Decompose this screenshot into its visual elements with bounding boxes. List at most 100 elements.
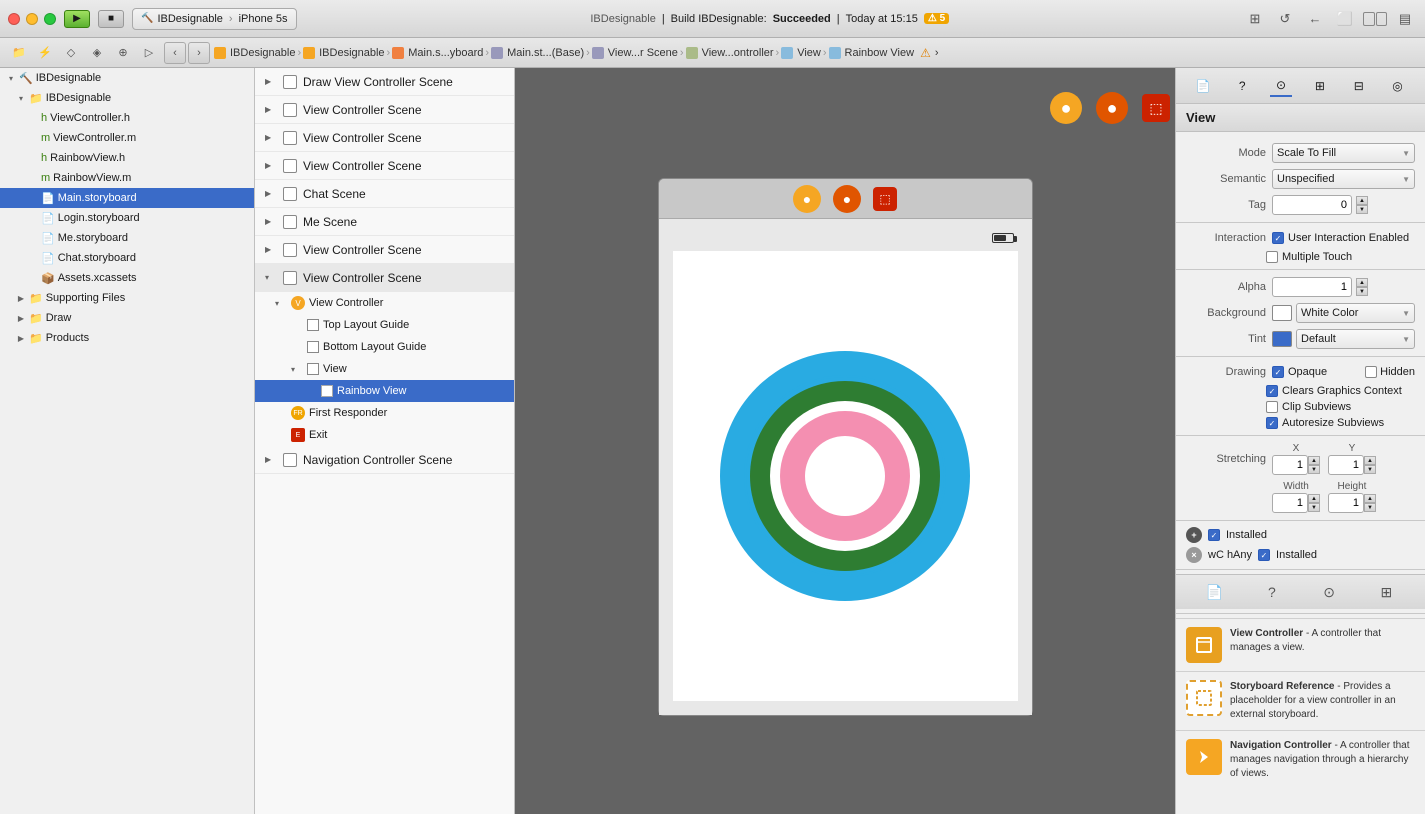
user-interaction-checkbox[interactable] (1272, 232, 1284, 244)
tint-dropdown[interactable]: Default ▼ (1296, 329, 1415, 349)
nav-products[interactable]: ▶ 📁 Products (0, 328, 254, 348)
nav-assets[interactable]: 📦 Assets.xcassets (0, 268, 254, 288)
semantic-dropdown[interactable]: Unspecified ▼ (1272, 169, 1415, 189)
nav-rainbowviewh[interactable]: h RainbowView.h (0, 148, 254, 168)
y-input[interactable] (1328, 455, 1364, 475)
scene-chat[interactable]: ▶ Chat Scene (255, 180, 514, 208)
view-icons[interactable] (1363, 8, 1387, 30)
vc-orange-icon[interactable]: ● (1050, 92, 1082, 124)
stepper-up[interactable]: ▲ (1308, 494, 1320, 503)
x-badge[interactable]: × (1186, 547, 1202, 563)
tree-bottomlayoutguide[interactable]: Bottom Layout Guide (255, 336, 514, 358)
quick-help-bottom-icon[interactable]: ? (1261, 581, 1283, 603)
minimize-button[interactable] (26, 13, 38, 25)
tab-identity-icon[interactable]: ⊙ (1270, 75, 1292, 97)
tree-toplayoutguide[interactable]: Top Layout Guide (255, 314, 514, 336)
tint-color-box[interactable] (1272, 331, 1292, 347)
run-icon[interactable]: ▷ (138, 42, 160, 64)
close-button[interactable] (8, 13, 20, 25)
scene-draw-vc[interactable]: ▶ Draw View Controller Scene (255, 68, 514, 96)
clip-subviews-checkbox[interactable] (1266, 401, 1278, 413)
nav-group[interactable]: ▾ 📁 IBDesignable (0, 88, 254, 108)
nav-back[interactable]: ‹ (164, 42, 186, 64)
nav-mestoryboard[interactable]: 📄 Me.storyboard (0, 228, 254, 248)
vc-darkorange-icon[interactable]: ● (1096, 92, 1128, 124)
stepper-up[interactable]: ▲ (1364, 494, 1376, 503)
autoresize-checkbox[interactable] (1266, 417, 1278, 429)
stepper-up[interactable]: ▲ (1308, 456, 1320, 465)
file-template-icon[interactable]: 📄 (1204, 581, 1226, 603)
tag-input[interactable] (1272, 195, 1352, 215)
background-dropdown[interactable]: White Color ▼ (1296, 303, 1415, 323)
tree-rainbowview[interactable]: Rainbow View (255, 380, 514, 402)
height-input[interactable] (1328, 493, 1364, 513)
breakpoint-icon[interactable]: ⊕ (112, 42, 134, 64)
background-color-box[interactable] (1272, 305, 1292, 321)
layout-icon[interactable]: ⊞ (1243, 8, 1267, 30)
nav-mainstoryboard[interactable]: 📄 Main.storyboard (0, 188, 254, 208)
breadcrumb-ibdesignable2[interactable]: IBDesignable (303, 47, 384, 59)
nav-supportingfiles[interactable]: ▶ 📁 Supporting Files (0, 288, 254, 308)
debug-icon[interactable]: ◈ (86, 42, 108, 64)
breadcrumb-viewrscene[interactable]: View...r Scene (592, 47, 678, 59)
phone-icon-orange[interactable]: ● (833, 185, 861, 213)
scheme-selector[interactable]: 🔨 IBDesignable › iPhone 5s (132, 8, 297, 30)
wchany-checkbox[interactable] (1258, 549, 1270, 561)
breadcrumb-rainbowview[interactable]: Rainbow View (829, 47, 915, 59)
folder-icon[interactable]: 📁 (8, 42, 30, 64)
nav-root[interactable]: ▾ 🔨 IBDesignable (0, 68, 254, 88)
tree-view[interactable]: ▾ View (255, 358, 514, 380)
hidden-checkbox[interactable] (1365, 366, 1377, 378)
phone-icon-red[interactable]: ⬚ (873, 187, 897, 211)
opaque-checkbox[interactable] (1272, 366, 1284, 378)
scene-vc2[interactable]: ▶ View Controller Scene (255, 124, 514, 152)
warning-toolbar-icon[interactable]: ⚡ (34, 42, 56, 64)
stepper-up[interactable]: ▲ (1364, 456, 1376, 465)
plus-badge[interactable]: + (1186, 527, 1202, 543)
nav-draw[interactable]: ▶ 📁 Draw (0, 308, 254, 328)
nav-viewcontrollerm[interactable]: m ViewController.m (0, 128, 254, 148)
tab-connections-icon[interactable]: ◎ (1387, 75, 1409, 97)
test-icon[interactable]: ◇ (60, 42, 82, 64)
alpha-input[interactable] (1272, 277, 1352, 297)
view-split-icon[interactable]: ⬜ (1333, 8, 1357, 30)
stepper-up[interactable]: ▲ (1356, 196, 1368, 205)
breadcrumb-mainstoryboard[interactable]: Main.s...yboard (392, 47, 483, 59)
clears-graphics-checkbox[interactable] (1266, 385, 1278, 397)
nav-viewcontrollerh[interactable]: h ViewController.h (0, 108, 254, 128)
scene-vc1[interactable]: ▶ View Controller Scene (255, 96, 514, 124)
stop-button[interactable]: ■ (98, 10, 124, 28)
nav-rainbowviewm[interactable]: m RainbowView.m (0, 168, 254, 188)
tab-file-icon[interactable]: 📄 (1192, 75, 1214, 97)
tab-quick-help-icon[interactable]: ? (1231, 75, 1253, 97)
breadcrumb-view[interactable]: View (781, 47, 821, 59)
tab-attributes-icon[interactable]: ⊞ (1309, 75, 1331, 97)
scene-nav[interactable]: ▶ Navigation Controller Scene (255, 446, 514, 474)
stepper-down[interactable]: ▼ (1356, 205, 1368, 214)
nav-forward[interactable]: › (188, 42, 210, 64)
back-icon[interactable]: ← (1303, 8, 1327, 30)
mode-dropdown[interactable]: Scale To Fill ▼ (1272, 143, 1415, 163)
scene-vc-expanded[interactable]: ▾ View Controller Scene (255, 264, 514, 292)
maximize-button[interactable] (44, 13, 56, 25)
scene-vc3[interactable]: ▶ View Controller Scene (255, 152, 514, 180)
breadcrumb-viewcontroller[interactable]: View...ontroller (686, 47, 774, 59)
phone-icon-yellow[interactable]: ● (793, 185, 821, 213)
attributes-bottom-icon[interactable]: ⊞ (1375, 581, 1397, 603)
tree-firstresponder[interactable]: FR First Responder (255, 402, 514, 424)
stepper-down[interactable]: ▼ (1308, 465, 1320, 474)
nav-chatstoryboard[interactable]: 📄 Chat.storyboard (0, 248, 254, 268)
warning-badge[interactable]: ⚠ 5 (924, 13, 949, 24)
tab-size-icon[interactable]: ⊟ (1348, 75, 1370, 97)
installed-checkbox[interactable] (1208, 529, 1220, 541)
tree-exit[interactable]: E Exit (255, 424, 514, 446)
scene-vc4[interactable]: ▶ View Controller Scene (255, 236, 514, 264)
width-input[interactable] (1272, 493, 1308, 513)
breadcrumb-ibdesignable1[interactable]: IBDesignable (214, 47, 295, 59)
stepper-down[interactable]: ▼ (1364, 503, 1376, 512)
breadcrumb-mainbase[interactable]: Main.st...(Base) (491, 47, 584, 59)
stepper-down[interactable]: ▼ (1356, 287, 1368, 296)
stepper-up[interactable]: ▲ (1356, 278, 1368, 287)
stepper-down[interactable]: ▼ (1308, 503, 1320, 512)
refresh-icon[interactable]: ↺ (1273, 8, 1297, 30)
